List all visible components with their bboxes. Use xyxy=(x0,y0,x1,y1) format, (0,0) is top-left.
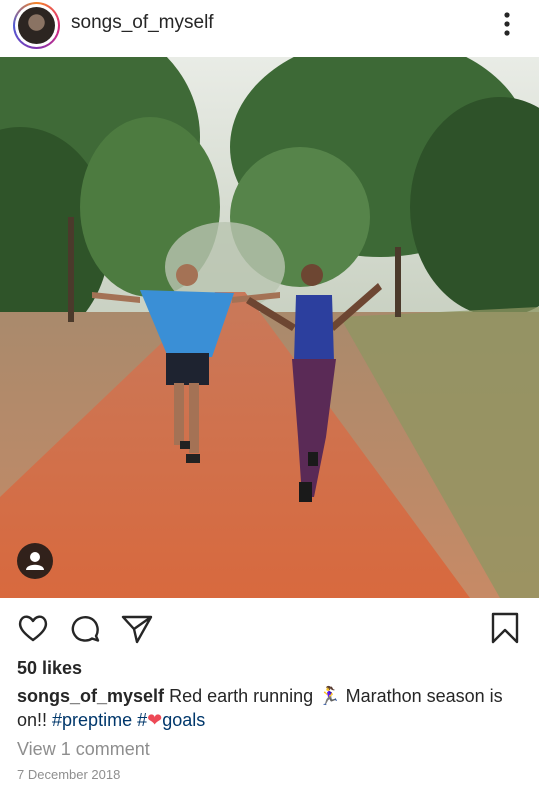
hashtag-suffix: goals xyxy=(162,710,206,730)
post-caption: songs_of_myself Red earth running 🏃‍♀️ M… xyxy=(17,684,522,732)
more-vertical-icon[interactable] xyxy=(496,10,518,38)
comment-icon[interactable] xyxy=(68,611,102,645)
post-photo[interactable] xyxy=(0,57,539,598)
post-username[interactable]: songs_of_myself xyxy=(71,12,214,34)
post-header: songs_of_myself xyxy=(0,0,539,57)
hashtag-preptime[interactable]: #preptime xyxy=(52,710,132,730)
view-comments-link[interactable]: View 1 comment xyxy=(17,739,150,760)
hashtag-prefix: # xyxy=(132,710,148,730)
runner-emoji: 🏃‍♀️ xyxy=(318,686,341,706)
action-bar xyxy=(0,605,539,651)
avatar[interactable] xyxy=(13,2,60,49)
hashtag-goals[interactable]: #❤goals xyxy=(132,710,205,730)
caption-text-1: Red earth running xyxy=(164,686,319,706)
bookmark-icon[interactable] xyxy=(488,611,522,645)
post-photo-image xyxy=(0,57,539,598)
likes-count[interactable]: 50 likes xyxy=(17,658,82,679)
heart-emoji: ❤ xyxy=(147,710,163,730)
caption-username[interactable]: songs_of_myself xyxy=(17,686,164,706)
avatar-frame xyxy=(15,4,58,47)
user-tag-icon xyxy=(26,552,44,570)
avatar-photo xyxy=(18,7,55,44)
heart-icon[interactable] xyxy=(16,611,50,645)
share-icon[interactable] xyxy=(120,611,154,645)
post-date: 7 December 2018 xyxy=(17,767,121,782)
tagged-users-badge[interactable] xyxy=(17,543,53,579)
